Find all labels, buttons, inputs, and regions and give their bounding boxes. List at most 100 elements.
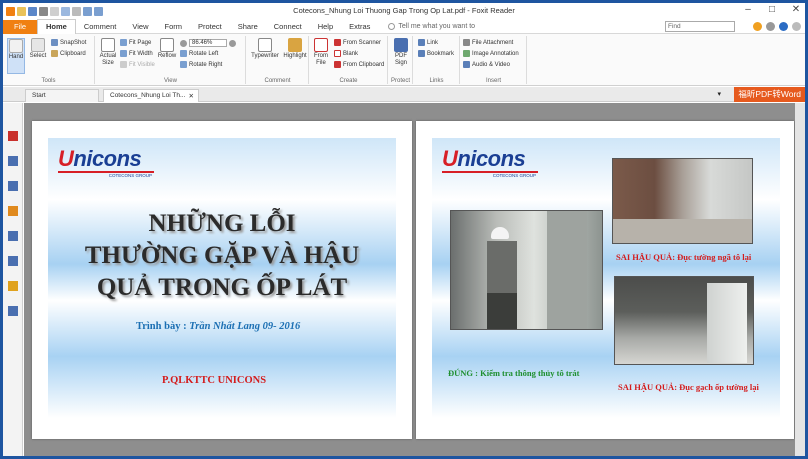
paperclip-icon	[463, 39, 470, 46]
select-cursor-icon	[31, 38, 45, 52]
highlight-button[interactable]: Highlight	[283, 38, 307, 60]
caption-wrong-1: SAI HẬU QUẢ: Đục tường ngã tô lại	[616, 252, 752, 262]
group-comment: Typewriter Highlight Comment	[247, 36, 309, 84]
tell-me-box[interactable]: Tell me what you want to	[388, 23, 475, 30]
from-scanner-button[interactable]: From Scanner	[334, 39, 381, 46]
actual-size-icon	[101, 38, 115, 52]
bookmark-icon	[418, 50, 425, 57]
find-input[interactable]: Find	[665, 21, 735, 32]
unicons-logo-2: Unicons COTECONS GROUP	[442, 146, 538, 178]
promo-banner[interactable]: 福昕PDF转Word	[734, 87, 805, 102]
tab-form[interactable]: Form	[156, 20, 190, 34]
pdf-page-1: Unicons COTECONS GROUP NHỮNG LỖI THƯỜNG …	[32, 121, 412, 439]
photo-damaged-wall	[612, 158, 753, 244]
image-annotation-button[interactable]: Image Annotation	[463, 50, 519, 57]
typewriter-icon	[258, 38, 272, 52]
tools-panel-icon[interactable]	[8, 306, 18, 316]
reflow-button[interactable]: Reflow	[157, 38, 177, 60]
close-button[interactable]: ✕	[789, 4, 803, 15]
select-button[interactable]: Select	[29, 38, 47, 60]
security-lock-icon[interactable]	[8, 281, 18, 291]
file-menu-button[interactable]: File	[3, 19, 37, 34]
unicons-logo: Unicons COTECONS GROUP	[58, 146, 154, 178]
comments-panel-icon[interactable]	[8, 206, 18, 216]
tab-view[interactable]: View	[124, 20, 156, 34]
zoom-in-icon[interactable]	[229, 39, 237, 47]
tab-home[interactable]: Home	[37, 19, 76, 34]
tab-help[interactable]: Help	[310, 20, 341, 34]
user-icon[interactable]	[792, 22, 801, 31]
rotate-left-button[interactable]: Rotate Left	[180, 50, 218, 57]
link-icon	[418, 39, 425, 46]
gear-icon[interactable]	[766, 22, 775, 31]
tab-extras[interactable]: Extras	[341, 20, 378, 34]
pdf-sign-button[interactable]: PDF Sign	[391, 38, 411, 67]
caption-correct: ĐÚNG : Kiểm tra thông thủy tô trát	[448, 368, 580, 378]
tab-comment[interactable]: Comment	[76, 20, 125, 34]
close-tab-icon[interactable]: ✕	[189, 92, 194, 100]
snapshot-button[interactable]: SnapShot	[51, 39, 86, 46]
hand-icon	[9, 39, 23, 53]
blank-button[interactable]: Blank	[334, 50, 358, 57]
fit-visible-icon	[120, 61, 127, 68]
rotate-right-button[interactable]: Rotate Right	[180, 61, 222, 68]
slide-headline: NHỮNG LỖI THƯỜNG GẶP VÀ HẬU QUẢ TRONG ỐP…	[84, 210, 360, 301]
document-viewer[interactable]: Unicons COTECONS GROUP NHỮNG LỖI THƯỜNG …	[24, 103, 805, 456]
camera-icon	[51, 39, 58, 46]
typewriter-button[interactable]: Typewriter	[249, 38, 281, 60]
file-attachment-button[interactable]: File Attachment	[463, 39, 513, 46]
document-tab-bar: Start Cotecons_Nhung Loi Th... ✕ ▾ 福昕PDF…	[3, 87, 805, 102]
tab-document[interactable]: Cotecons_Nhung Loi Th... ✕	[103, 89, 199, 102]
ribbon: Hand Select SnapShot Clipboard Tools Act…	[3, 34, 805, 86]
link-button[interactable]: Link	[418, 39, 438, 46]
group-tools: Hand Select SnapShot Clipboard Tools	[3, 36, 95, 84]
tab-list-chevron-icon[interactable]: ▾	[717, 90, 721, 98]
title-bar: Cotecons_Nhung Loi Thuong Gap Trong Op L…	[3, 3, 805, 19]
layers-panel-icon[interactable]	[8, 181, 18, 191]
bookmarks-panel-icon[interactable]	[8, 131, 18, 141]
hand-button[interactable]: Hand	[7, 38, 25, 74]
fit-visible-button[interactable]: Fit Visible	[120, 61, 155, 68]
rotate-left-icon	[180, 50, 187, 57]
attachments-panel-icon[interactable]	[8, 231, 18, 241]
worker-legs-shape	[487, 293, 517, 329]
bookmark-button[interactable]: Bookmark	[418, 50, 454, 57]
clipboard-pdf-icon	[334, 61, 341, 68]
rotate-right-icon	[180, 61, 187, 68]
heart-icon[interactable]	[753, 22, 762, 31]
bell-icon[interactable]	[779, 22, 788, 31]
zoom-value[interactable]: 86.46%	[189, 39, 228, 47]
from-clipboard-button[interactable]: From Clipboard	[334, 61, 384, 68]
app-window: Cotecons_Nhung Loi Thuong Gap Trong Op L…	[0, 0, 808, 459]
group-create: From File From Scanner Blank From Clipbo…	[310, 36, 388, 84]
audio-video-button[interactable]: Audio & Video	[463, 61, 510, 68]
media-icon	[463, 61, 470, 68]
tab-connect[interactable]: Connect	[266, 20, 310, 34]
fit-width-button[interactable]: Fit Width	[120, 50, 153, 57]
highlight-icon	[288, 38, 302, 52]
file-icon	[314, 38, 328, 52]
window-title: Cotecons_Nhung Loi Thuong Gap Trong Op L…	[293, 6, 515, 15]
reflow-icon	[160, 38, 174, 52]
actual-size-button[interactable]: Actual Size	[98, 38, 118, 67]
fit-page-icon	[120, 39, 127, 46]
tab-protect[interactable]: Protect	[190, 20, 230, 34]
slide-1: Unicons COTECONS GROUP NHỮNG LỖI THƯỜNG …	[48, 138, 396, 418]
zoom-control[interactable]: 86.46%	[180, 39, 237, 47]
tab-share[interactable]: Share	[230, 20, 266, 34]
from-file-button[interactable]: From File	[312, 38, 330, 67]
minimize-button[interactable]: –	[741, 4, 755, 15]
clipboard-button[interactable]: Clipboard	[51, 50, 86, 57]
zoom-out-icon[interactable]	[180, 39, 187, 47]
maximize-button[interactable]: □	[765, 4, 779, 15]
ribbon-tabs: File Home Comment View Form Protect Shar…	[3, 19, 805, 34]
blank-page-icon	[334, 50, 341, 57]
clipboard-icon	[51, 50, 58, 57]
vertical-scrollbar[interactable]	[795, 103, 805, 456]
signature-panel-icon[interactable]	[8, 256, 18, 266]
navigation-panel	[3, 103, 23, 456]
pages-panel-icon[interactable]	[8, 156, 18, 166]
tab-start[interactable]: Start	[25, 89, 99, 102]
fit-page-button[interactable]: Fit Page	[120, 39, 151, 46]
helmet-shape	[491, 227, 509, 239]
